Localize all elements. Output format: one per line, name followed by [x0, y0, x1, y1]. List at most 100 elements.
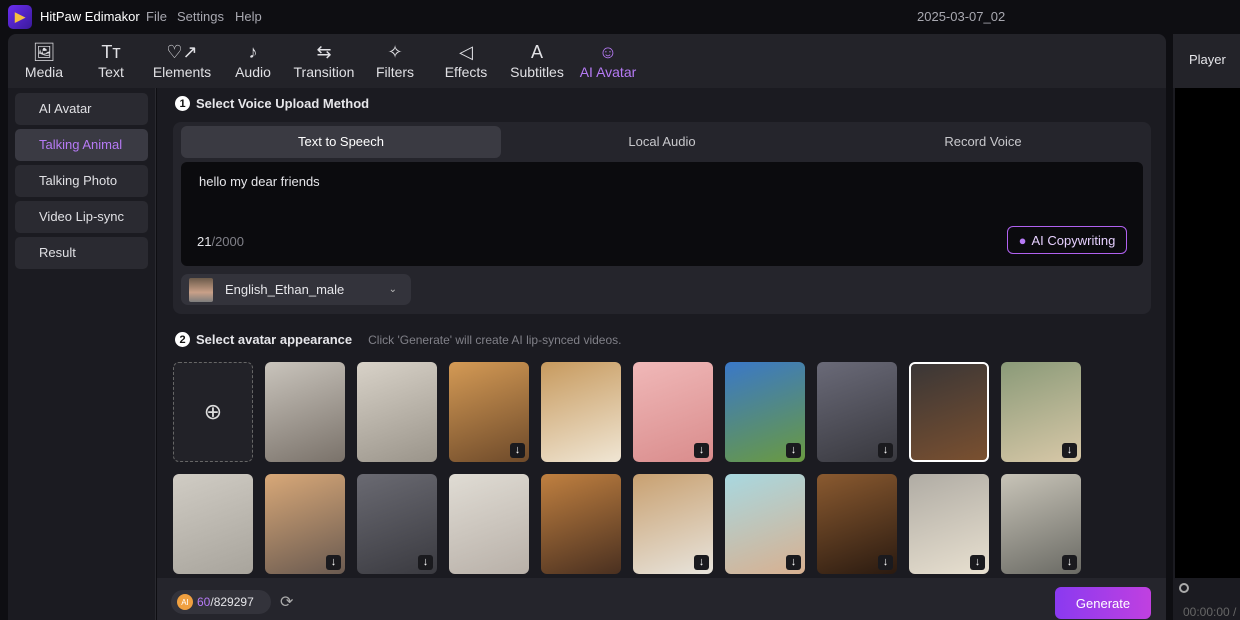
sidebar-item-result[interactable]: Result [15, 237, 148, 269]
download-icon[interactable]: ↓ [878, 555, 893, 570]
avatar-option[interactable]: ↓ [817, 474, 897, 574]
upload-avatar-button[interactable]: ⊕ [173, 362, 253, 462]
script-textarea[interactable]: hello my dear friends 21/2000 ● AI Copywr… [181, 162, 1143, 266]
player-video [1175, 88, 1240, 578]
download-icon[interactable]: ↓ [786, 443, 801, 458]
tab-text[interactable]: Tт Text [75, 40, 147, 80]
step-number: 1 [175, 96, 190, 111]
avatar-option[interactable]: ↓ [357, 474, 437, 574]
avatar-option[interactable]: ↓ [633, 362, 713, 462]
avatar-option[interactable] [265, 362, 345, 462]
tab-label: AI Avatar [579, 64, 637, 80]
download-icon[interactable]: ↓ [326, 555, 341, 570]
avatar-option[interactable]: ↓ [265, 474, 345, 574]
app-title: HitPaw Edimakor [40, 9, 140, 24]
tab-local-audio[interactable]: Local Audio [502, 126, 822, 158]
ai-credit-icon: AI [177, 594, 193, 610]
tab-audio[interactable]: ♪ Audio [217, 40, 289, 80]
tab-label: Filters [375, 64, 415, 80]
avatar-option[interactable]: ↓ [725, 362, 805, 462]
sidebar-item-video-lip-sync[interactable]: Video Lip-sync [15, 201, 148, 233]
music-note-icon: ♪ [248, 42, 258, 62]
sidebar: AI Avatar Talking Animal Talking Photo Vide… [8, 88, 156, 620]
avatar-option[interactable] [173, 474, 253, 574]
voice-name: English_Ethan_male [225, 282, 345, 297]
main-toolbar: 🖼 Media Tт Text ♡↗ Elements ♪ Audio ⇆ Transition ✧… [8, 34, 1166, 88]
tab-label: Elements [152, 64, 212, 80]
player-scrubber[interactable] [1179, 583, 1189, 593]
avatar-option[interactable] [541, 474, 621, 574]
tab-label: Audio [235, 64, 271, 80]
avatar-option[interactable] [449, 474, 529, 574]
title-bar: ▶ HitPaw Edimakor File Settings Help 202… [0, 0, 1240, 34]
voice-upload-panel: Text to Speech Local Audio Record Voice … [173, 122, 1151, 314]
sidebar-item-ai-avatar[interactable]: AI Avatar [15, 93, 148, 125]
bottom-bar: AI 60/829297 ⟳ Generate [157, 578, 1166, 620]
avatar-option[interactable] [541, 362, 621, 462]
chevron-down-icon: ⌄ [388, 284, 397, 295]
tab-label: Text [98, 64, 124, 80]
tab-label: Effects [444, 64, 488, 80]
tab-transition[interactable]: ⇆ Transition [288, 40, 360, 80]
refresh-icon[interactable]: ⟳ [280, 592, 293, 612]
menu-settings[interactable]: Settings [177, 9, 224, 24]
add-photo-icon: ⊕ [203, 399, 223, 424]
transition-icon: ⇆ [316, 42, 332, 62]
menu-file[interactable]: File [146, 9, 167, 24]
download-icon[interactable]: ↓ [694, 555, 709, 570]
tab-filters[interactable]: ✧ Filters [359, 40, 431, 80]
sidebar-item-talking-photo[interactable]: Talking Photo [15, 165, 148, 197]
download-icon[interactable]: ↓ [1062, 555, 1077, 570]
download-icon[interactable]: ↓ [1062, 443, 1077, 458]
ai-copywriting-button[interactable]: ● AI Copywriting [1007, 226, 1127, 254]
ai-copywriting-label: AI Copywriting [1031, 232, 1116, 248]
voice-select[interactable]: English_Ethan_male ⌄ [181, 274, 411, 305]
tab-subtitles[interactable]: A Subtitles [501, 40, 573, 80]
char-counter: 21/2000 [197, 234, 244, 249]
avatar-icon: ☺ [598, 42, 618, 62]
avatar-option[interactable]: ↓ [817, 362, 897, 462]
avatar-option[interactable]: ↓ [909, 474, 989, 574]
step2-title: Select avatar appearance [196, 332, 353, 347]
sparkle-icon: ✧ [387, 42, 403, 62]
script-text: hello my dear friends [199, 174, 320, 189]
sidebar-item-talking-animal[interactable]: Talking Animal [15, 129, 148, 161]
download-icon[interactable]: ↓ [694, 443, 709, 458]
media-icon: 🖼 [32, 42, 56, 62]
tab-text-to-speech[interactable]: Text to Speech [181, 126, 501, 158]
download-icon[interactable]: ↓ [786, 555, 801, 570]
player-panel: Player 00:00:00 / [1173, 34, 1240, 620]
tab-ai-avatar[interactable]: ☺ AI Avatar [572, 40, 644, 80]
credits-used: 60 [197, 595, 211, 609]
avatar-option[interactable]: ↓ [633, 474, 713, 574]
avatar-option[interactable] [909, 362, 989, 462]
step2-hint: Click 'Generate' will create AI lip-sync… [368, 332, 622, 347]
step1-heading: 1 Select Voice Upload Method [175, 96, 369, 111]
download-icon[interactable]: ↓ [970, 555, 985, 570]
char-count: 21 [197, 234, 212, 249]
download-icon[interactable]: ↓ [878, 443, 893, 458]
effects-icon: ◁ [459, 42, 473, 62]
tab-label: Subtitles [510, 64, 564, 80]
step1-title: Select Voice Upload Method [196, 96, 370, 111]
avatar-option[interactable]: ↓ [725, 474, 805, 574]
char-max: /2000 [211, 234, 245, 249]
menu-help[interactable]: Help [235, 9, 262, 24]
ai-copywriting-icon: ● [1018, 232, 1027, 248]
avatar-option[interactable]: ↓ [1001, 362, 1081, 462]
tab-label: Media [24, 64, 64, 80]
player-title: Player [1173, 34, 1240, 88]
subtitles-icon: A [530, 42, 543, 62]
download-icon[interactable]: ↓ [418, 555, 433, 570]
download-icon[interactable]: ↓ [510, 443, 525, 458]
credits-total: /829297 [210, 595, 254, 609]
avatar-option[interactable]: ↓ [449, 362, 529, 462]
tab-elements[interactable]: ♡↗ Elements [146, 40, 218, 80]
avatar-option[interactable]: ↓ [1001, 474, 1081, 574]
tab-media[interactable]: 🖼 Media [8, 40, 80, 80]
tab-effects[interactable]: ◁ Effects [430, 40, 502, 80]
tab-record-voice[interactable]: Record Voice [823, 126, 1143, 158]
generate-button[interactable]: Generate [1055, 587, 1151, 619]
tab-label: Transition [293, 64, 355, 80]
avatar-option[interactable] [357, 362, 437, 462]
